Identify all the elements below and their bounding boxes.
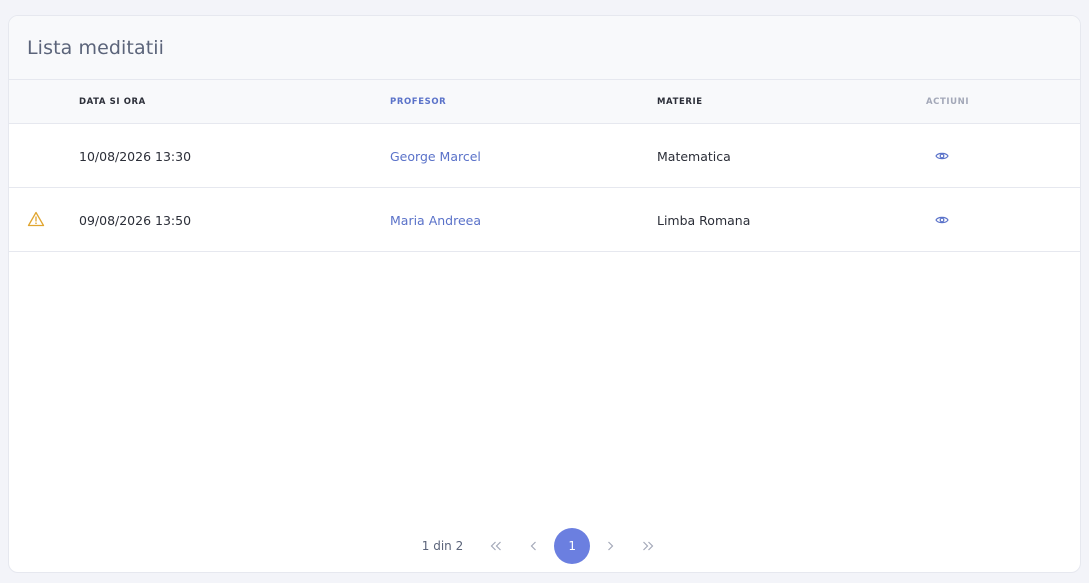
row-subject: Matematica: [657, 148, 731, 164]
column-header-date: DATA SI ORA: [79, 97, 146, 107]
table-row: 09/08/2026 13:50 Maria Andreea Limba Rom…: [9, 188, 1080, 252]
column-header-subject: MATERIE: [657, 97, 703, 107]
chevron-right-icon[interactable]: [592, 528, 628, 564]
pagination: 1 din 2 1: [9, 528, 1080, 564]
row-date: 09/08/2026 13:50: [79, 212, 192, 228]
table-header: DATA SI ORA PROFESOR MATERIE ACTIUNI: [9, 80, 1080, 124]
column-header-actions: ACTIUNI: [926, 97, 970, 107]
chevron-left-icon[interactable]: [516, 528, 552, 564]
page-title: Lista meditatii: [27, 36, 165, 59]
pagination-info: 1 din 2: [421, 539, 464, 553]
page-button-current[interactable]: 1: [554, 528, 591, 564]
column-header-professor: PROFESOR: [390, 97, 447, 107]
double-chevron-left-icon[interactable]: [478, 528, 514, 564]
row-date: 10/08/2026 13:30: [79, 148, 192, 164]
eye-icon[interactable]: [935, 215, 949, 225]
professor-link[interactable]: Maria Andreea: [390, 188, 481, 252]
meditations-card: Lista meditatii DATA SI ORA PROFESOR MAT…: [8, 15, 1081, 573]
warning-icon: [27, 211, 45, 230]
card-header: Lista meditatii: [9, 16, 1080, 80]
double-chevron-right-icon[interactable]: [630, 528, 666, 564]
eye-icon[interactable]: [935, 151, 949, 161]
table-row: 10/08/2026 13:30 George Marcel Matematic…: [9, 124, 1080, 188]
professor-link[interactable]: George Marcel: [390, 124, 481, 188]
row-subject: Limba Romana: [657, 212, 751, 228]
